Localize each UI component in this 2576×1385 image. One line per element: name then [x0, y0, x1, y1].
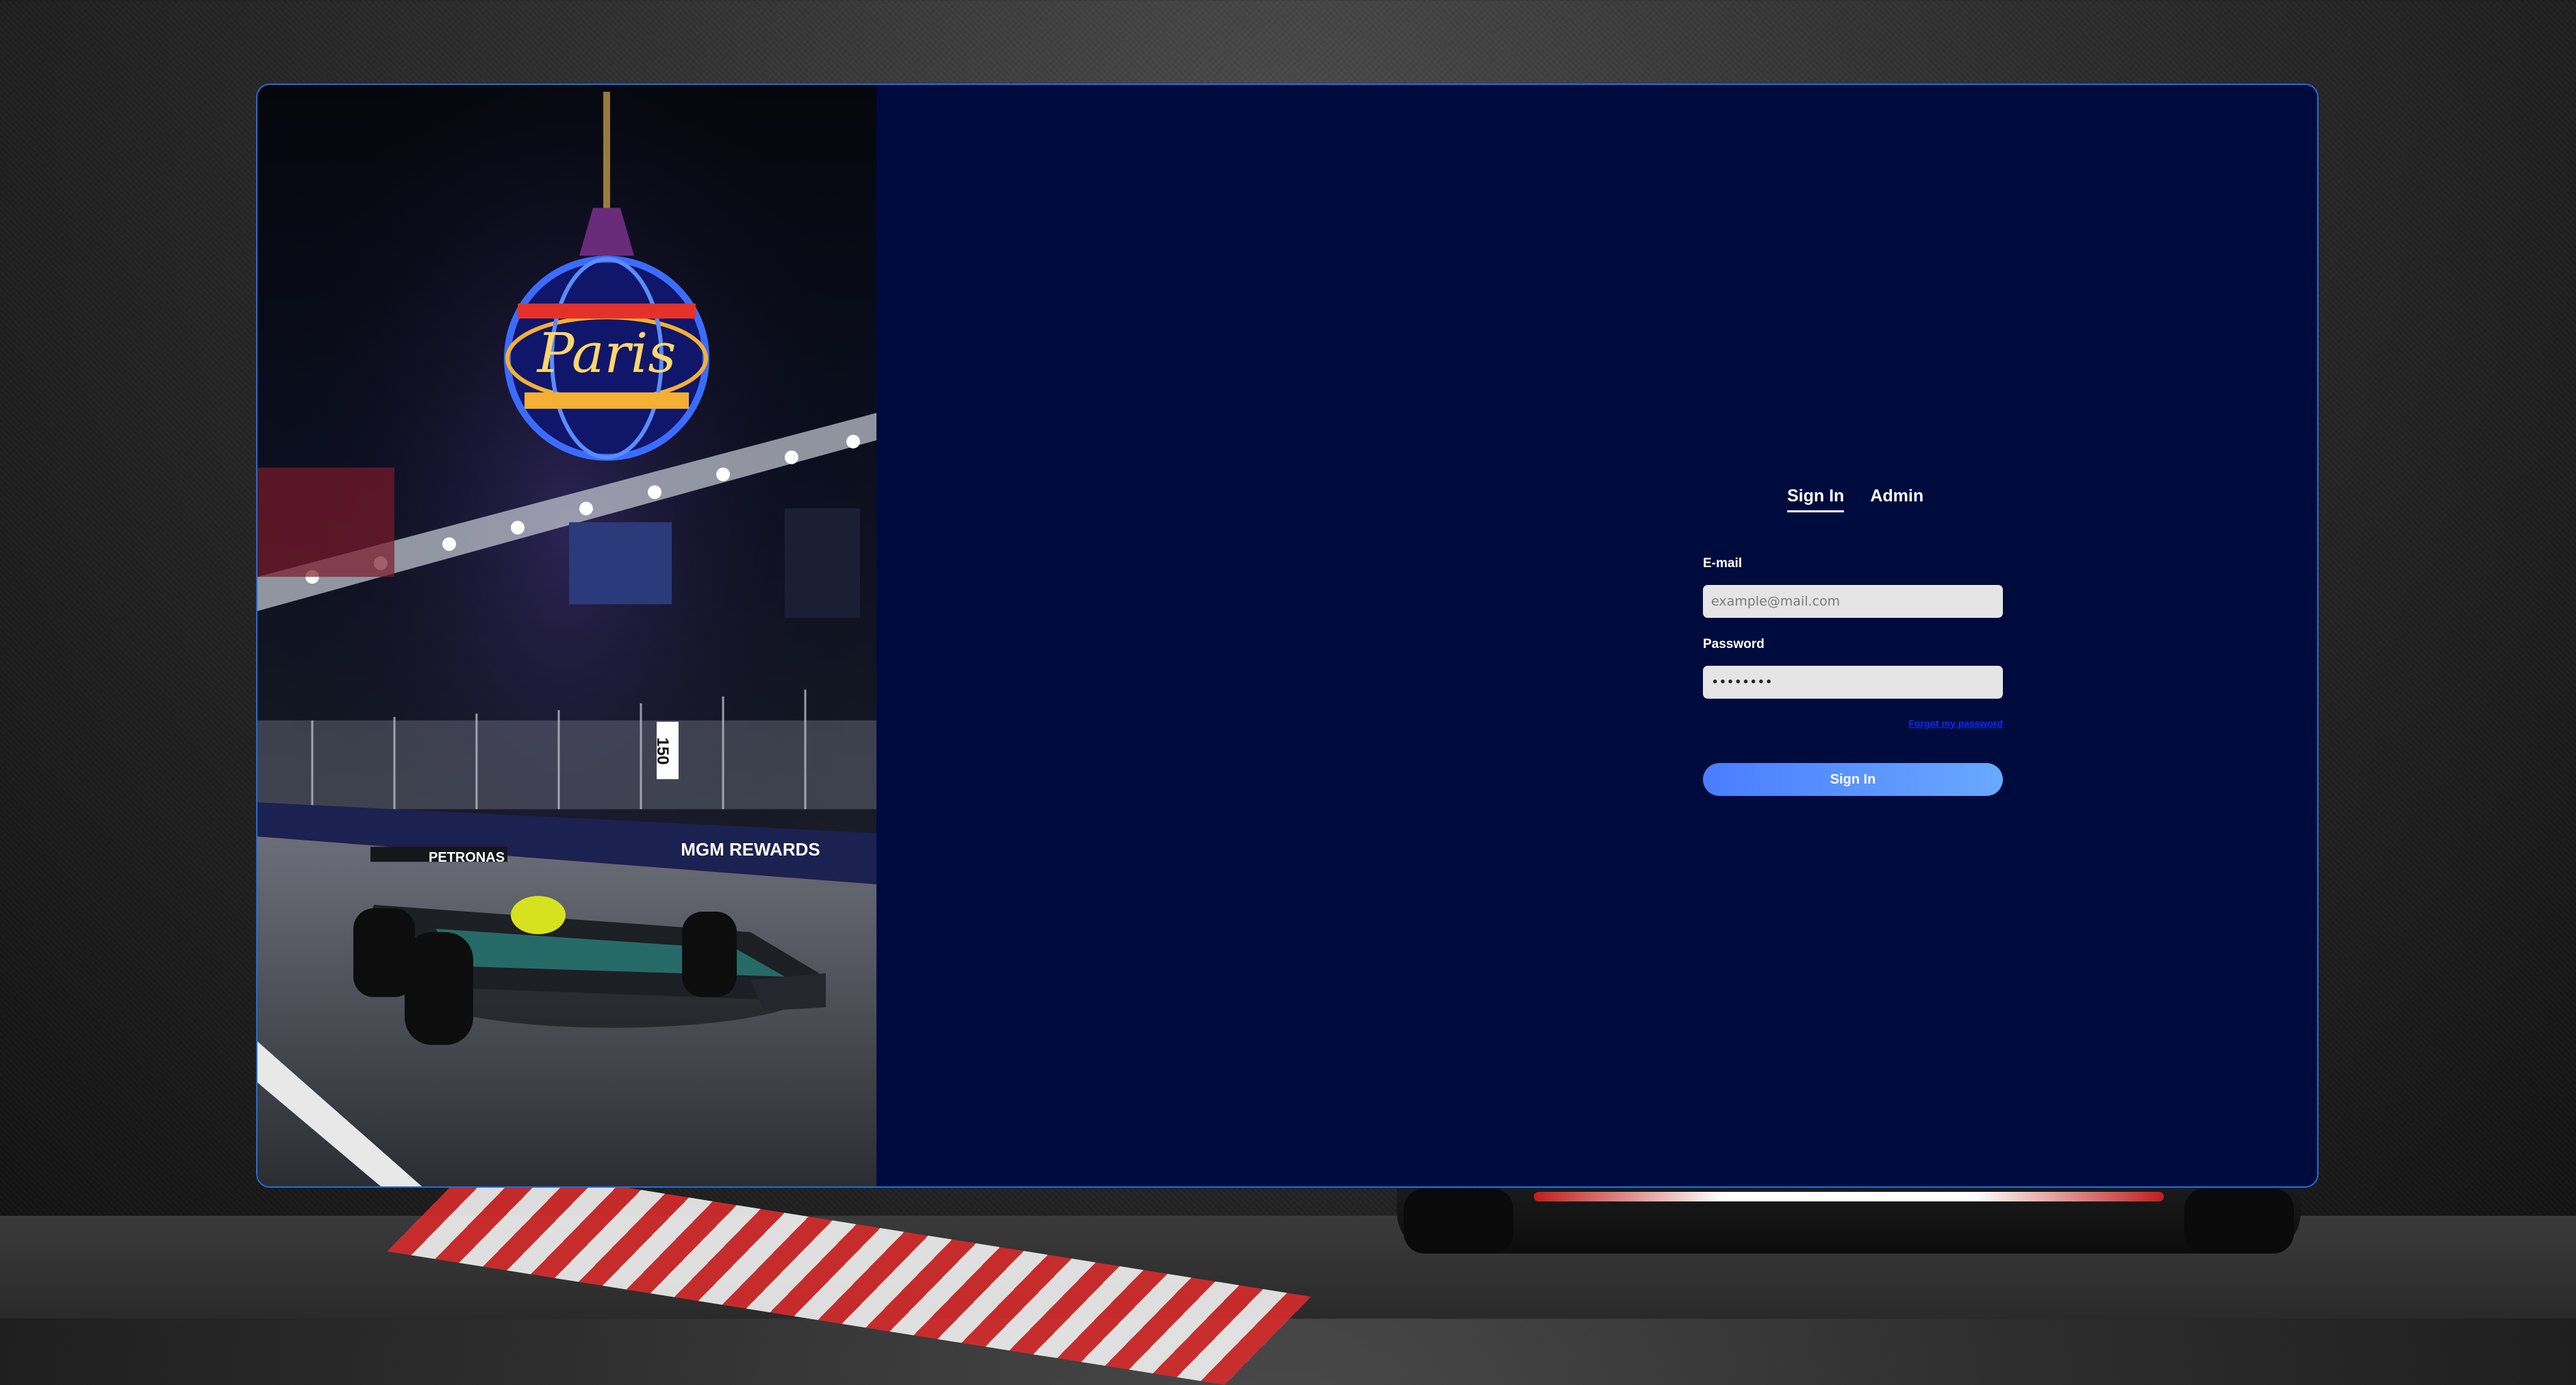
password-label: Password [1703, 637, 1765, 651]
race-scene-illustration: Paris 150 MGM REWARDS PETRONAS [257, 85, 876, 1186]
paris-sign-text: Paris [536, 321, 677, 385]
mgm-banner-text: MGM REWARDS [681, 839, 820, 860]
tab-sign-in[interactable]: Sign In [1787, 486, 1845, 512]
login-card: Paris 150 MGM REWARDS PETRONAS Sign In A… [256, 84, 2319, 1188]
tab-admin[interactable]: Admin [1870, 486, 1923, 512]
email-label: E-mail [1703, 556, 1743, 571]
login-panel: Sign In Admin E-mail Password Forgot my … [876, 85, 2317, 1186]
car-sponsor-text: PETRONAS [429, 850, 505, 865]
auth-tabs: Sign In Admin [1787, 486, 1923, 512]
hero-photo: Paris 150 MGM REWARDS PETRONAS [257, 85, 876, 1186]
password-field[interactable] [1703, 666, 2003, 699]
login-form: E-mail Password Forgot my password Sign … [1703, 556, 2003, 796]
forgot-password-link[interactable]: Forgot my password [1703, 718, 2003, 729]
background-car-stripe [1534, 1192, 2164, 1201]
email-field[interactable] [1703, 585, 2003, 618]
distance-marker: 150 [653, 738, 672, 765]
sign-in-button[interactable]: Sign In [1703, 763, 2003, 796]
